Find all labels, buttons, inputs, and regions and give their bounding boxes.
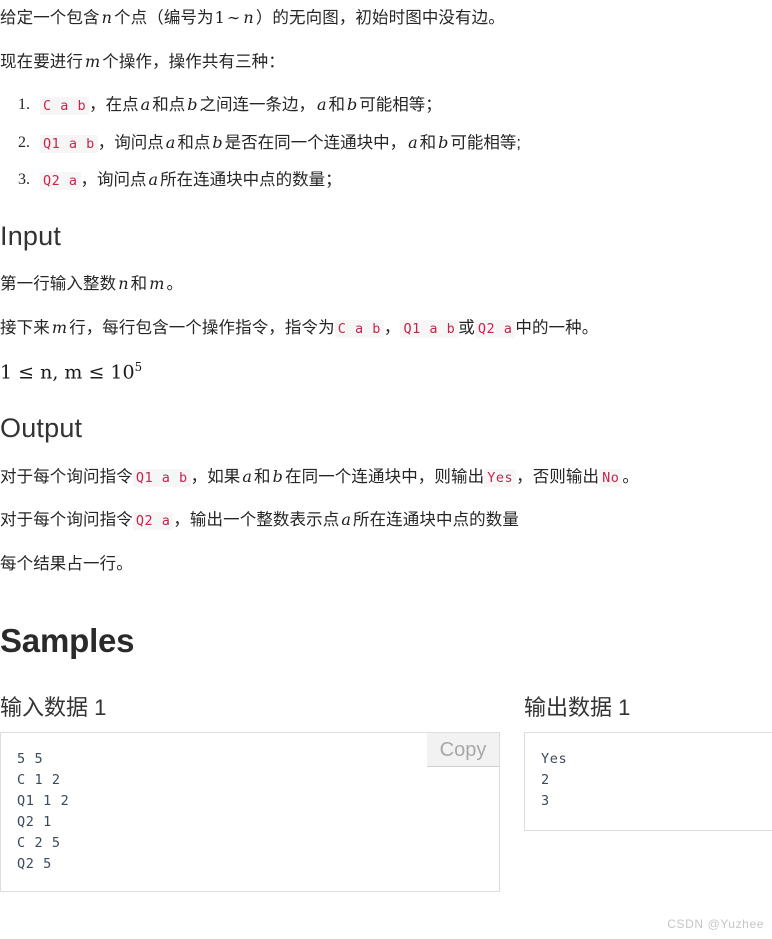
variable-n: n [118, 274, 129, 294]
input-text-2e: 中的一种。 [515, 318, 599, 337]
op1-text-d: 和 [328, 96, 345, 115]
op2-text-d: 和 [419, 133, 437, 152]
variable-n-2: n [243, 8, 254, 27]
output-text-2c: 所在连通块中点的数量 [352, 511, 519, 530]
op2-text-e: 可能相等; [450, 133, 521, 152]
op2-text-a: ，询问点 [97, 133, 164, 152]
output-text-2a: 对于每个询问指令 [0, 511, 133, 530]
sample-input-codebox: 5 5 C 1 2 Q1 1 2 Q2 1 C 2 5 Q2 5 Copy [0, 732, 500, 893]
variable-m: m [51, 317, 68, 337]
op1-text-b: 和点 [152, 96, 186, 115]
constraint-base: 1 ≤ n, m ≤ 10 [0, 361, 135, 384]
input-text-2a: 接下来 [0, 318, 50, 337]
intro-text-1b: 个点（编号为 [114, 9, 214, 27]
output-text-1d: 在同一个连通块中，则输出 [285, 467, 485, 486]
sample-input-column: 输入数据 1 5 5 C 1 2 Q1 1 2 Q2 1 C 2 5 Q2 5 … [0, 694, 500, 893]
variable-a: a [148, 170, 159, 190]
variable-a: a [341, 510, 351, 530]
intro-paragraph-1: 给定一个包含 n 个点（编号为1 ∼ n ）的无向图，初始时图中没有边。 [0, 0, 772, 32]
intro-text-1c: ）的无向图，初始时图中没有边。 [255, 9, 505, 27]
op1-text-c: 之间连一条边， [199, 96, 315, 115]
sample-input-code: 5 5 C 1 2 Q1 1 2 Q2 1 C 2 5 Q2 5 [17, 751, 70, 872]
op2-text-c: 是否在同一个连通块中， [224, 133, 407, 152]
inline-code-c: C a b [334, 319, 384, 338]
list-item: Q2 a ，询问点 a 所在连通块中点的数量； [18, 168, 772, 194]
inline-code-no: No [599, 468, 623, 487]
input-text-2b: 行，每行包含一个操作指令，指令为 [69, 318, 335, 337]
number-one: 1 [214, 8, 225, 27]
output-text-2b: ，输出一个整数表示点 [173, 511, 340, 530]
input-text-1c: 。 [166, 275, 184, 294]
op1-text-a: ，在点 [89, 96, 139, 115]
op3-text-b: 所在连通块中点的数量； [160, 171, 342, 190]
csdn-watermark: CSDN @Yuzhee [667, 917, 764, 931]
sample-output-code: Yes 2 3 [541, 751, 568, 810]
operations-list: C a b ，在点 a 和点 b 之间连一条边， a 和 b 可能相等； Q1 a b ，询问点 a 和… [0, 93, 772, 194]
op3-text-a: ，询问点 [80, 171, 147, 190]
variable-m: m [85, 51, 101, 71]
input-heading: Input [0, 220, 62, 251]
variable-b-2: b [438, 132, 449, 152]
constraint-exponent: 5 [134, 360, 143, 375]
input-text-2c: ， [383, 318, 401, 337]
samples-row: 输入数据 1 5 5 C 1 2 Q1 1 2 Q2 1 C 2 5 Q2 5 … [0, 694, 772, 893]
variable-b: b [272, 466, 283, 486]
inline-code-q1: Q1 a b [132, 468, 191, 487]
output-text-1e: ，否则输出 [516, 467, 600, 486]
sample-output-label: 输出数据 1 [524, 694, 631, 720]
op2-text-b: 和点 [177, 133, 211, 152]
inline-code-q1: Q1 a b [400, 319, 459, 338]
intro-paragraph-2: 现在要进行 m 个操作，操作共有三种： [0, 50, 772, 76]
output-text-1f: 。 [622, 467, 639, 486]
intro-text-2a: 现在要进行 [0, 52, 83, 71]
inline-code-q2: Q2 a [132, 512, 174, 531]
variable-a: a [140, 95, 151, 115]
variable-b-2: b [346, 95, 358, 115]
intro-text-2b: 个操作，操作共有三种： [102, 52, 285, 71]
output-text-1b: ，如果 [190, 467, 241, 486]
inline-code-q2: Q2 a [40, 172, 81, 191]
variable-n: n [101, 8, 113, 27]
sample-input-label: 输入数据 1 [0, 694, 107, 720]
variable-a-2: a [316, 95, 327, 115]
inline-code-q2: Q2 a [474, 319, 516, 338]
inline-code-q1: Q1 a b [40, 134, 98, 153]
copy-button[interactable]: Copy [427, 733, 499, 768]
sample-output-codebox: Yes 2 3 [524, 732, 772, 832]
output-text-1a: 对于每个询问指令 [0, 467, 133, 486]
variable-b: b [212, 132, 223, 152]
sample-output-column: 输出数据 1 Yes 2 3 [524, 694, 772, 832]
input-text-1a: 第一行输入整数 [0, 275, 117, 294]
intro-text-1a: 给定一个包含 [0, 9, 100, 27]
input-text-2d: 或 [458, 318, 475, 337]
op1-text-e: 可能相等； [359, 96, 442, 115]
input-paragraph-1: 第一行输入整数 n 和 m。 [0, 272, 772, 298]
output-paragraph-2: 对于每个询问指令 Q2 a ，输出一个整数表示点 a 所在连通块中点的数量 [0, 508, 772, 534]
output-paragraph-1: 对于每个询问指令 Q1 a b ，如果 a 和 b 在同一个连通块中，则输出 Yes ，否则输出… [0, 465, 772, 491]
list-item: Q1 a b ，询问点 a 和点 b 是否在同一个连通块中， a 和 b 可能相等; [18, 131, 772, 157]
variable-a: a [165, 132, 176, 152]
variable-m: m [149, 274, 165, 294]
inline-code-c: C a b [40, 97, 90, 116]
input-paragraph-2: 接下来 m 行，每行包含一个操作指令，指令为 C a b， Q1 a b 或 Q2 a 中的一… [0, 316, 772, 342]
problem-page: 给定一个包含 n 个点（编号为1 ∼ n ）的无向图，初始时图中没有边。 现在要进行 m 个操… [0, 0, 772, 939]
output-paragraph-3: 每个结果占一行。 [0, 554, 133, 573]
inline-code-yes: Yes [484, 468, 517, 487]
list-item: C a b ，在点 a 和点 b 之间连一条边， a 和 b 可能相等； [18, 93, 772, 119]
tilde-symbol: ∼ [226, 8, 241, 27]
variable-a-2: a [408, 132, 418, 152]
input-text-1b: 和 [130, 275, 148, 294]
output-heading: Output [0, 413, 83, 444]
variable-a: a [242, 466, 253, 486]
variable-b: b [187, 95, 198, 115]
output-text-1c: 和 [254, 467, 271, 486]
samples-heading: Samples [0, 622, 135, 660]
constraint-formula: 1 ≤ n, m ≤ 105 [0, 359, 772, 386]
